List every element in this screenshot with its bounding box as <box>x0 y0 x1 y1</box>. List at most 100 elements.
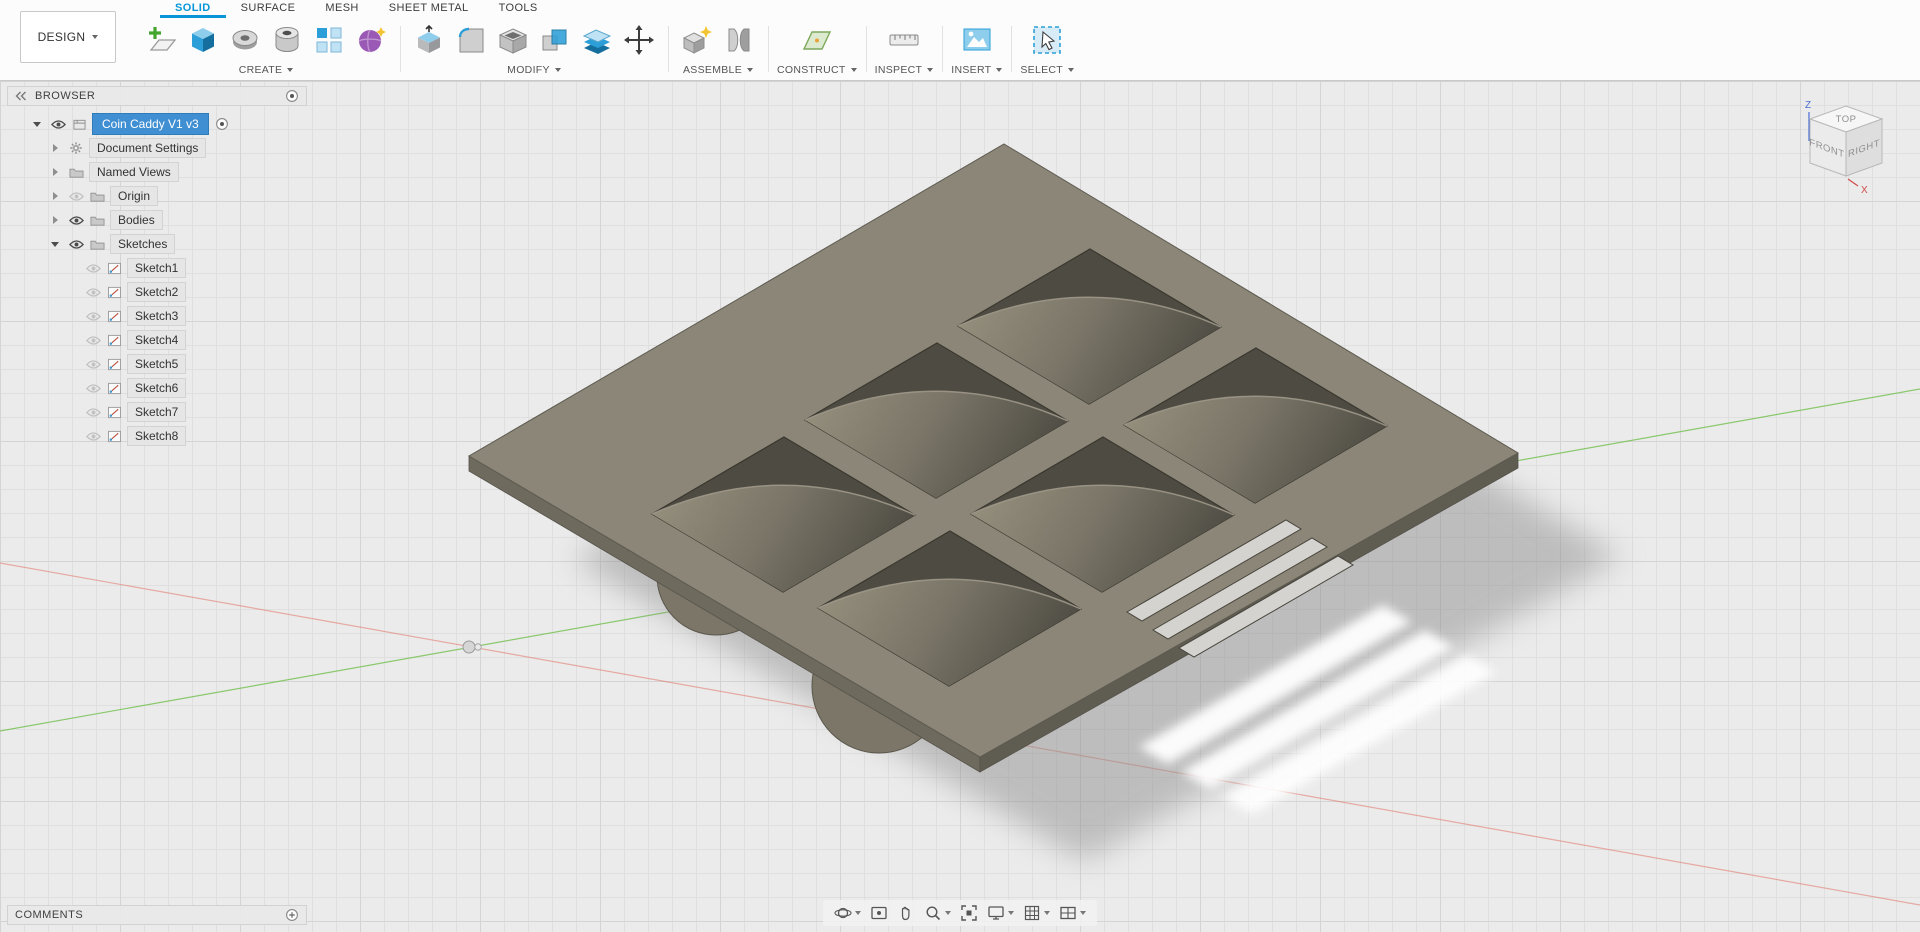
sketch-icon <box>106 284 122 300</box>
visibility-eye-icon[interactable] <box>68 236 84 252</box>
browser-item-label[interactable]: Sketch4 <box>127 329 187 351</box>
form-button[interactable] <box>351 19 391 61</box>
collapse-panel-icon[interactable] <box>15 91 27 101</box>
tab-sheet-metal[interactable]: SHEET METAL <box>374 0 484 18</box>
group-label-insert[interactable]: INSERT <box>951 62 1003 78</box>
group-label-inspect[interactable]: INSPECT <box>875 62 934 78</box>
caret-down-icon <box>945 911 951 915</box>
construction-plane-button[interactable] <box>797 19 837 61</box>
browser-item-label[interactable]: Sketch6 <box>127 377 187 399</box>
workspace-selector[interactable]: DESIGN <box>20 11 116 63</box>
browser-item-sketch8[interactable]: Sketch8 <box>7 424 307 448</box>
browser-item-named-views[interactable]: Named Views <box>7 160 307 184</box>
disclosure-closed-icon[interactable] <box>52 168 58 176</box>
group-label-construct[interactable]: CONSTRUCT <box>777 62 857 78</box>
browser-item-root[interactable]: Coin Caddy V1 v3 <box>7 112 307 136</box>
tab-surface[interactable]: SURFACE <box>226 0 311 18</box>
visibility-eye-off-icon[interactable] <box>85 260 101 276</box>
view-cube[interactable]: Z TOP FRONT RIGHT X <box>1796 95 1900 199</box>
browser-item-sketch1[interactable]: Sketch1 <box>7 256 307 280</box>
browser-item-origin[interactable]: Origin <box>7 184 307 208</box>
browser-item-label[interactable]: Sketch2 <box>127 281 187 303</box>
browser-item-sketch3[interactable]: Sketch3 <box>7 304 307 328</box>
display-filter-icon[interactable] <box>285 89 299 103</box>
visibility-eye-off-icon[interactable] <box>85 308 101 324</box>
browser-item-sketches[interactable]: Sketches <box>7 232 307 256</box>
disclosure-closed-icon[interactable] <box>52 216 58 224</box>
browser-item-sketch2[interactable]: Sketch2 <box>7 280 307 304</box>
browser-item-label[interactable]: Origin <box>110 185 159 207</box>
press-pull-button[interactable] <box>409 19 449 61</box>
offset-face-button[interactable] <box>577 19 617 61</box>
browser-item-sketch7[interactable]: Sketch7 <box>7 400 307 424</box>
shell-button[interactable] <box>493 19 533 61</box>
tab-solid[interactable]: SOLID <box>160 0 226 18</box>
visibility-eye-icon[interactable] <box>50 116 66 132</box>
hole-button[interactable] <box>267 19 307 61</box>
tab-tools[interactable]: TOOLS <box>484 0 553 18</box>
display-settings-button[interactable] <box>986 903 1015 923</box>
comments-header[interactable]: COMMENTS <box>7 905 307 925</box>
sketch-icon <box>106 380 122 396</box>
visibility-eye-off-icon[interactable] <box>85 428 101 444</box>
browser-item-label[interactable]: Document Settings <box>89 137 207 159</box>
look-at-button[interactable] <box>869 903 889 923</box>
revolve-button[interactable] <box>225 19 265 61</box>
activate-component-icon[interactable] <box>214 116 230 132</box>
fillet-button[interactable] <box>451 19 491 61</box>
visibility-eye-icon[interactable] <box>68 212 84 228</box>
visibility-eye-off-icon[interactable] <box>85 284 101 300</box>
browser-item-label[interactable]: Sketch5 <box>127 353 187 375</box>
pattern-button[interactable] <box>309 19 349 61</box>
group-label-text: MODIFY <box>507 64 550 76</box>
group-label-text: INSPECT <box>874 64 923 76</box>
visibility-eye-off-icon[interactable] <box>85 380 101 396</box>
zoom-button[interactable] <box>923 903 952 923</box>
pan-button[interactable] <box>896 903 916 923</box>
disclosure-closed-icon[interactable] <box>52 144 58 152</box>
group-label-select[interactable]: SELECT <box>1020 62 1075 78</box>
browser-item-label[interactable]: Sketch7 <box>127 401 187 423</box>
folder-icon <box>89 236 105 252</box>
disclosure-open-icon[interactable] <box>51 241 59 247</box>
viewports-button[interactable] <box>1058 903 1087 923</box>
visibility-eye-off-icon[interactable] <box>85 332 101 348</box>
move-copy-button[interactable] <box>619 19 659 61</box>
browser-item-sketch5[interactable]: Sketch5 <box>7 352 307 376</box>
browser-item-sketch6[interactable]: Sketch6 <box>7 376 307 400</box>
joint-button[interactable] <box>719 19 759 61</box>
select-button[interactable] <box>1027 19 1067 61</box>
extrude-button[interactable] <box>183 19 223 61</box>
browser-item-label[interactable]: Sketch1 <box>127 257 187 279</box>
disclosure-closed-icon[interactable] <box>52 192 58 200</box>
visibility-eye-off-icon[interactable] <box>85 356 101 372</box>
measure-button[interactable] <box>884 19 924 61</box>
browser-item-label[interactable]: Sketch3 <box>127 305 187 327</box>
browser-item-label[interactable]: Bodies <box>110 209 163 231</box>
browser-header[interactable]: BROWSER <box>7 86 307 106</box>
joint-icon <box>722 23 756 57</box>
grid-settings-button[interactable] <box>1022 903 1051 923</box>
add-comment-icon[interactable] <box>285 908 299 922</box>
browser-item-sketch4[interactable]: Sketch4 <box>7 328 307 352</box>
tab-mesh[interactable]: MESH <box>310 0 373 18</box>
browser-item-label[interactable]: Named Views <box>89 161 179 183</box>
browser-item-label[interactable]: Sketches <box>110 233 176 255</box>
disclosure-open-icon[interactable] <box>33 121 41 127</box>
new-component-button[interactable] <box>677 19 717 61</box>
browser-item-label[interactable]: Sketch8 <box>127 425 187 447</box>
group-label-create[interactable]: CREATE <box>239 62 294 78</box>
ribbon-tabs: SOLID SURFACE MESH SHEET METAL TOOLS <box>160 0 1920 18</box>
combine-button[interactable] <box>535 19 575 61</box>
root-component-label[interactable]: Coin Caddy V1 v3 <box>92 112 209 136</box>
browser-item-document-settings[interactable]: Document Settings <box>7 136 307 160</box>
visibility-eye-off-icon[interactable] <box>68 188 84 204</box>
create-sketch-button[interactable] <box>141 19 181 61</box>
browser-item-bodies[interactable]: Bodies <box>7 208 307 232</box>
orbit-button[interactable] <box>833 903 862 923</box>
group-label-modify[interactable]: MODIFY <box>507 62 561 78</box>
group-label-assemble[interactable]: ASSEMBLE <box>683 62 753 78</box>
insert-canvas-button[interactable] <box>957 19 997 61</box>
visibility-eye-off-icon[interactable] <box>85 404 101 420</box>
fit-button[interactable] <box>959 903 979 923</box>
